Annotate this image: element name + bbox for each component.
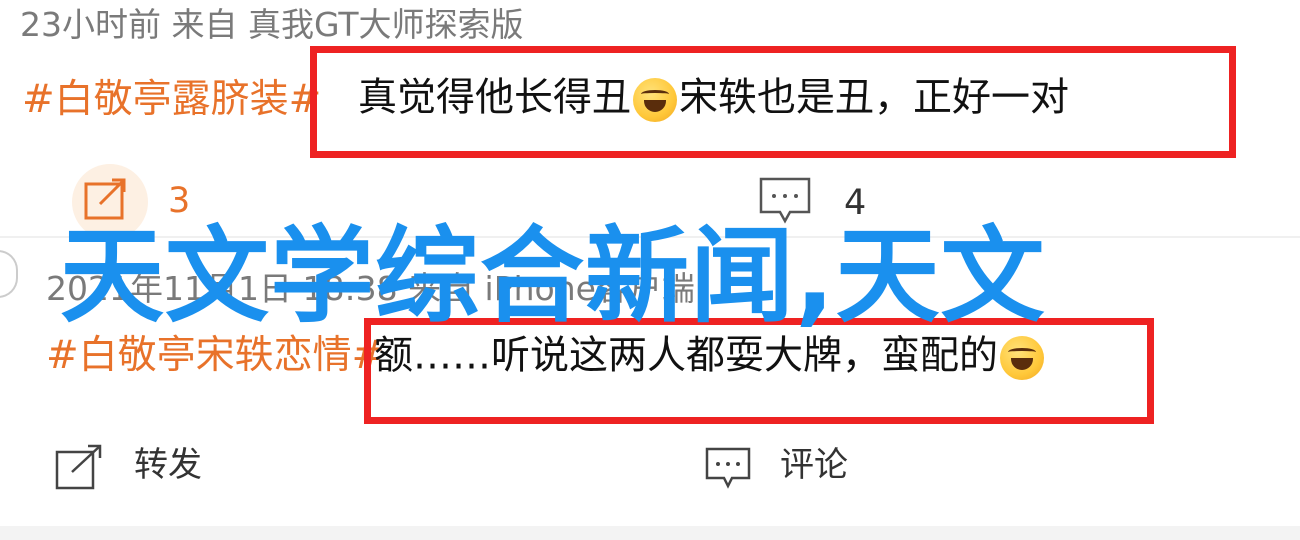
avatar [0,250,18,298]
post1-text-after: 宋轶也是丑，正好一对 [679,75,1070,121]
bottom-divider [0,526,1300,540]
post1-meta: 23小时前 来自 真我GT大师探索版 [20,5,524,44]
overlay-title: 天文学综合新闻,天文 [60,215,1046,337]
comment-icon [705,447,751,489]
post2-topic-link[interactable]: #白敬亭宋轶恋情# [46,336,384,375]
post1-text-before: 真觉得他长得丑 [358,75,632,121]
post2-repost-label[interactable]: 转发 [134,448,202,482]
post1-text: 真觉得他长得丑 宋轶也是丑，正好一对 [358,78,1069,122]
repost-icon [55,444,102,490]
post2-comment-button[interactable] [704,446,752,496]
post2-comment-label[interactable]: 评论 [780,448,848,482]
post1-topic-link[interactable]: #白敬亭露脐装# [22,80,321,119]
post2-text-before: 额……听说这两人都耍大牌，蛮配的 [374,333,999,379]
post2-text: 额……听说这两人都耍大牌，蛮配的 [374,336,1046,380]
laughing-emoji-icon [1000,336,1045,380]
post2-repost-button[interactable] [54,442,108,496]
crying-laughing-emoji-icon [633,78,678,122]
post1-repost-count: 3 [168,181,191,221]
